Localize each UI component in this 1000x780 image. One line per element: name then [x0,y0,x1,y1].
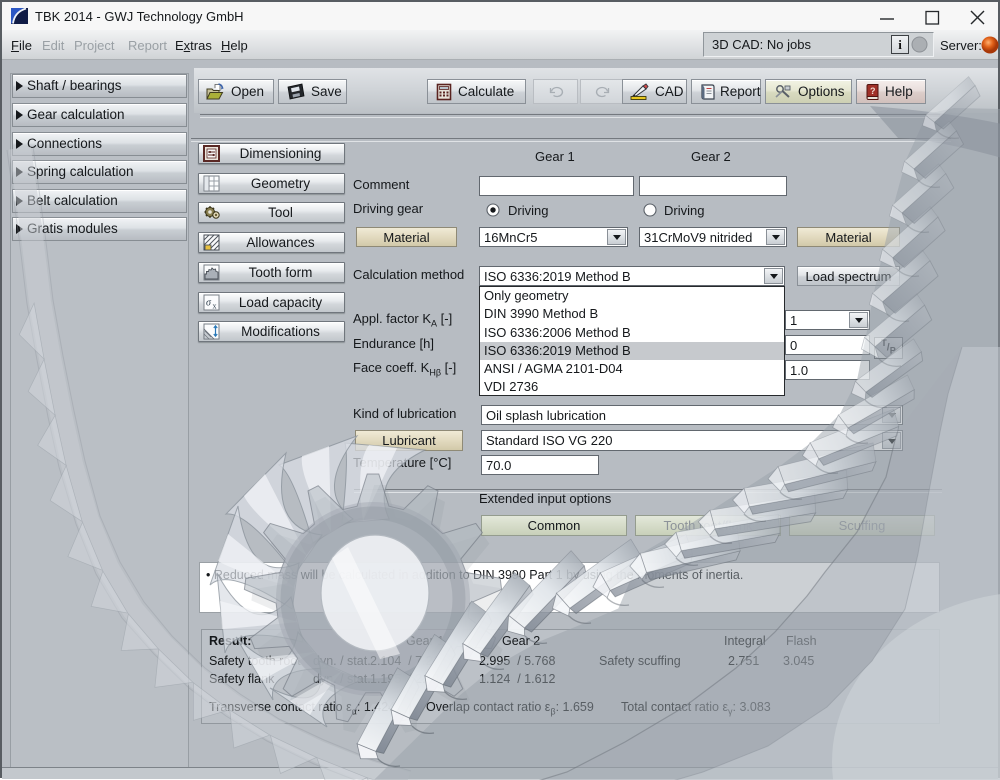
svg-text:?: ? [870,86,876,96]
svg-text:x: x [213,301,217,310]
